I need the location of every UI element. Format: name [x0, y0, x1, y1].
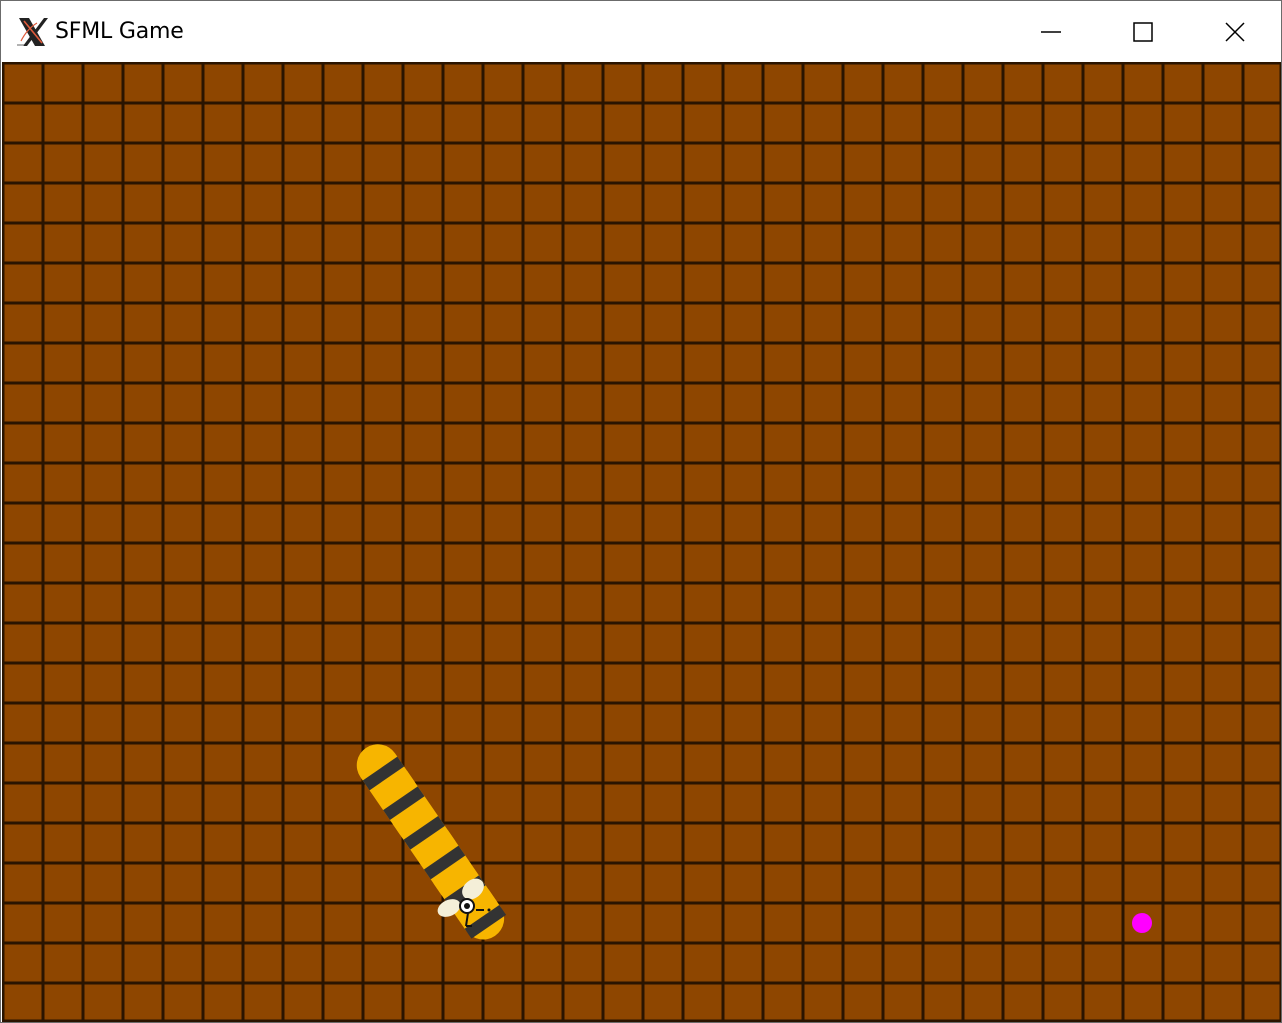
- maximize-icon: [1133, 21, 1153, 42]
- grid-lines: [2, 62, 1281, 1022]
- close-icon: [1225, 21, 1245, 42]
- game-board: [2, 62, 1281, 1022]
- snake: [356, 744, 507, 940]
- close-button[interactable]: [1189, 1, 1281, 62]
- minimize-button[interactable]: [1005, 1, 1097, 62]
- minimize-icon: [1041, 30, 1061, 33]
- x-window-icon: [17, 18, 48, 46]
- maximize-button[interactable]: [1097, 1, 1189, 62]
- app-window: SFML Game: [0, 0, 1282, 1023]
- title-bar[interactable]: SFML Game: [1, 1, 1281, 62]
- game-canvas[interactable]: [2, 62, 1281, 1022]
- window-title: SFML Game: [55, 19, 184, 44]
- food-pellet: [1132, 913, 1152, 933]
